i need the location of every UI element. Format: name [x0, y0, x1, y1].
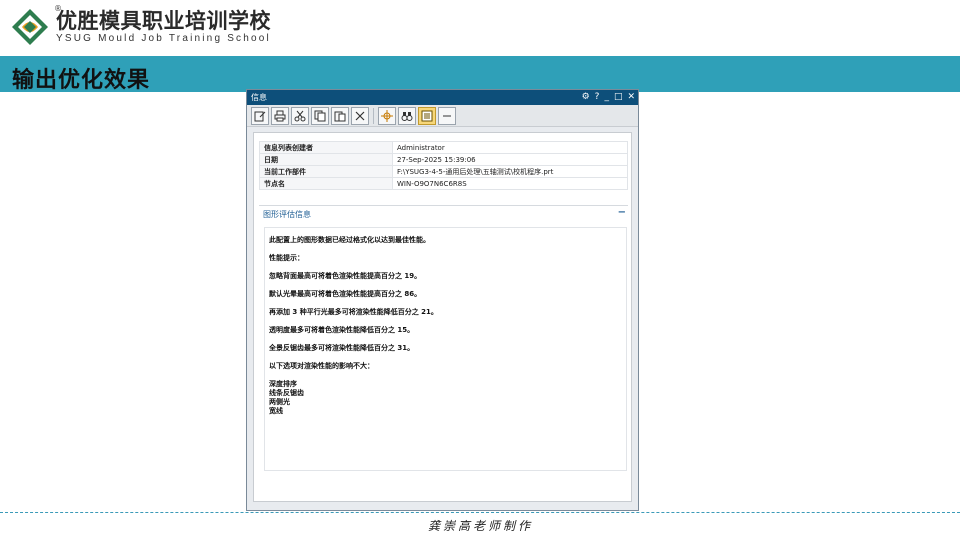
delete-icon[interactable]	[351, 106, 369, 125]
close-icon[interactable]: ✕	[627, 90, 635, 105]
edit-icon[interactable]	[251, 106, 269, 125]
meta-key: 节点名	[259, 177, 393, 190]
minimize-icon[interactable]: _	[604, 90, 609, 105]
slide-title: 输出优化效果	[12, 67, 151, 93]
info-line: 此配置上的图形数据已经过格式化以达到最佳性能。	[269, 236, 430, 244]
info-line: 两侧光	[269, 398, 290, 406]
info-line: 性能提示：	[269, 254, 304, 262]
info-content-pane[interactable]: 信息列表创建者 Administrator 日期 27-Sep-2025 15:…	[253, 132, 632, 502]
footer-author: 龚崇高老师制作	[428, 519, 534, 533]
meta-value: 27-Sep-2025 15:39:06	[392, 153, 628, 166]
school-logo: ® 优胜模具职业培训学校 YSUG Mould Job Training Sch…	[10, 4, 271, 50]
info-meta-table: 信息列表创建者 Administrator 日期 27-Sep-2025 15:…	[259, 141, 628, 190]
help-icon[interactable]: ?	[595, 90, 600, 105]
dialog-title: 信息	[251, 93, 267, 102]
maximize-icon[interactable]: □	[614, 90, 623, 105]
table-row: 信息列表创建者 Administrator	[259, 141, 628, 154]
school-name-cn: 优胜模具职业培训学校	[56, 9, 271, 33]
meta-value: WIN-O9O7N6C6R8S	[392, 177, 628, 190]
cut-icon[interactable]	[291, 106, 309, 125]
graphics-evaluation-header[interactable]: 图形评估信息 −	[259, 205, 628, 223]
info-line: 默认光晕最高可将着色渲染性能提高百分之 86。	[269, 290, 422, 298]
info-line: 以下选项对渲染性能的影响不大：	[269, 362, 374, 370]
paste-icon[interactable]	[331, 106, 349, 125]
registered-mark: ®	[54, 4, 62, 13]
slide: ® 优胜模具职业培训学校 YSUG Mould Job Training Sch…	[0, 0, 960, 540]
pin-icon[interactable]	[378, 106, 396, 125]
meta-value: Administrator	[392, 141, 628, 154]
info-line: 透明度最多可将着色渲染性能降低百分之 15。	[269, 326, 415, 334]
copy-icon[interactable]	[311, 106, 329, 125]
table-row: 节点名 WIN-O9O7N6C6R8S	[259, 177, 628, 190]
dialog-toolbar	[247, 105, 638, 127]
toolbar-separator	[373, 107, 374, 124]
meta-value: F:\YSUG3-4-5-通用后处理\五轴测试\校机程序.prt	[392, 165, 628, 178]
info-line: 线条反锯齿	[269, 389, 304, 397]
logo-mark-icon	[10, 7, 50, 47]
meta-key: 信息列表创建者	[259, 141, 393, 154]
table-row: 当前工作部件 F:\YSUG3-4-5-通用后处理\五轴测试\校机程序.prt	[259, 165, 628, 178]
settings-icon[interactable]: ⚙	[582, 90, 590, 105]
information-dialog: 信息 ⚙ ? _ □ ✕ 信息列表创建者 Administrator 日期 27…	[246, 89, 639, 511]
section-title: 图形评估信息	[263, 210, 311, 219]
meta-key: 当前工作部件	[259, 165, 393, 178]
footer-divider	[0, 512, 960, 513]
section-collapse-icon[interactable]: −	[618, 204, 626, 222]
info-line: 深度排序	[269, 380, 297, 388]
info-line: 忽略背面最高可将着色渲染性能提高百分之 19。	[269, 272, 422, 280]
info-line: 全景反锯齿最多可将渲染性能降低百分之 31。	[269, 344, 415, 352]
info-line: 宽线	[269, 407, 283, 415]
graphics-evaluation-body: 此配置上的图形数据已经过格式化以达到最佳性能。 性能提示： 忽略背面最高可将着色…	[264, 227, 627, 471]
collapse-icon[interactable]	[438, 106, 456, 125]
list-view-icon[interactable]	[418, 106, 436, 125]
print-icon[interactable]	[271, 106, 289, 125]
school-name-en: YSUG Mould Job Training School	[56, 33, 271, 44]
dialog-title-bar: 信息 ⚙ ? _ □ ✕	[247, 90, 638, 105]
find-icon[interactable]	[398, 106, 416, 125]
info-line: 再添加 3 种平行光最多可将渲染性能降低百分之 21。	[269, 308, 438, 316]
meta-key: 日期	[259, 153, 393, 166]
table-row: 日期 27-Sep-2025 15:39:06	[259, 153, 628, 166]
